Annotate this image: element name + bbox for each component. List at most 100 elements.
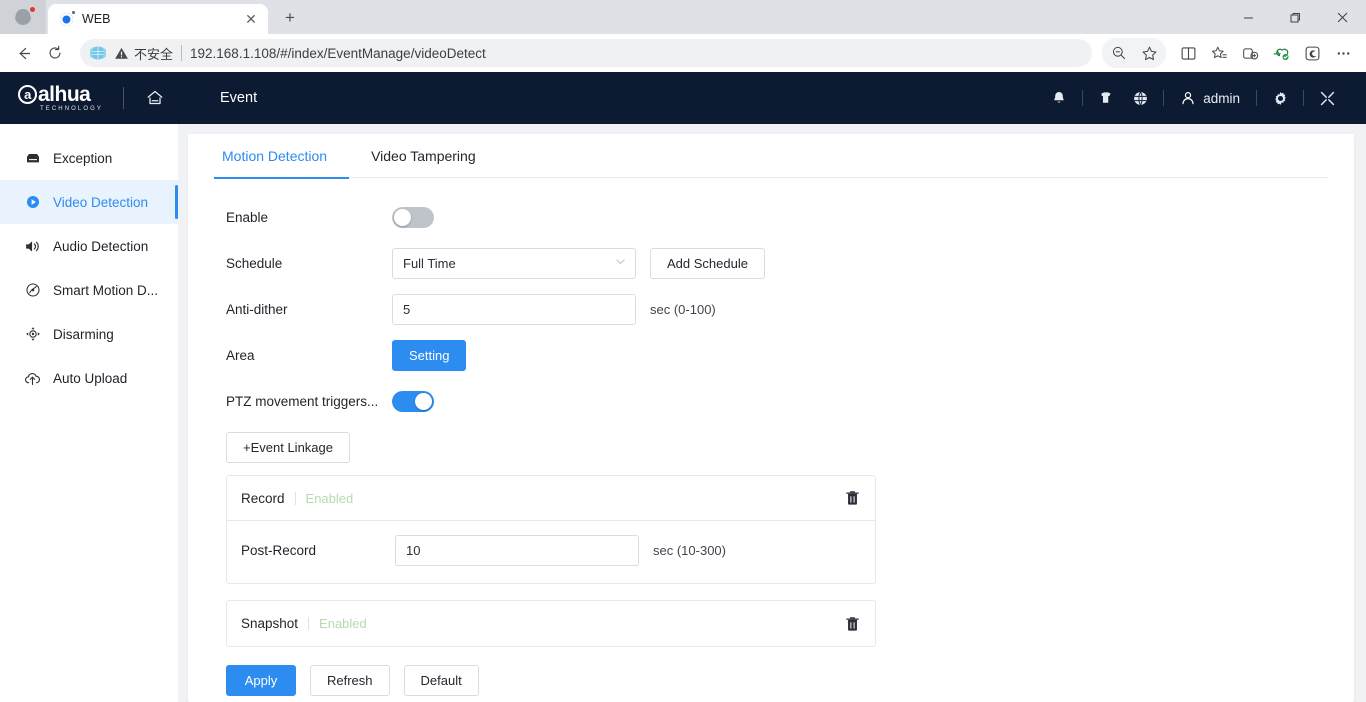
dahua-logo[interactable]: a alhua TECHNOLOGY xyxy=(18,84,103,112)
sidebar-item-audio-detection[interactable]: Audio Detection xyxy=(0,224,178,268)
sidebar-item-video-detection[interactable]: Video Detection xyxy=(0,180,178,224)
sidebar-item-auto-upload[interactable]: Auto Upload xyxy=(0,356,178,400)
card-status: Enabled xyxy=(305,490,354,506)
card-status: Enabled xyxy=(319,616,367,631)
favorite-star-icon[interactable] xyxy=(1134,38,1164,68)
post-record-label: Post-Record xyxy=(241,542,317,558)
app-header: a alhua TECHNOLOGY Event admin xyxy=(0,72,1366,124)
smart-motion-icon xyxy=(24,282,41,299)
address-bar[interactable]: 不安全 192.168.1.108/#/index/EventManage/vi… xyxy=(80,39,1092,67)
card-title: Record xyxy=(241,490,285,506)
tab-favicon xyxy=(60,10,75,26)
post-record-input[interactable]: 10 xyxy=(395,534,639,566)
reload-icon[interactable] xyxy=(40,38,70,68)
trash-icon[interactable] xyxy=(843,615,861,633)
user-icon xyxy=(1182,92,1194,105)
trash-icon[interactable] xyxy=(843,489,861,507)
add-event-linkage-button[interactable]: +Event Linkage xyxy=(226,432,350,463)
browser-tab[interactable]: WEB ✕ xyxy=(48,4,268,34)
favorites-list-icon[interactable] xyxy=(1204,38,1234,68)
post-record-hint: sec (10-300) xyxy=(653,542,726,558)
close-window-button[interactable] xyxy=(1319,0,1366,34)
header-actions: admin xyxy=(1042,81,1344,115)
minimize-button[interactable] xyxy=(1225,0,1272,34)
sidebar-item-disarming[interactable]: Disarming xyxy=(0,312,178,356)
site-globe-icon xyxy=(90,46,106,60)
audio-detection-icon xyxy=(24,238,41,255)
shield-icon[interactable] xyxy=(1089,81,1123,115)
content-panel: Motion Detection Video Tampering Enable xyxy=(188,134,1354,702)
row-area: Area Setting xyxy=(226,332,1328,378)
split-screen-icon[interactable] xyxy=(1173,38,1203,68)
sidebar-item-exception[interactable]: Exception xyxy=(0,136,178,180)
warning-triangle-icon xyxy=(115,47,128,59)
content-area: Motion Detection Video Tampering Enable xyxy=(178,124,1366,702)
header-divider xyxy=(123,87,125,109)
card-header: Snapshot Enabled xyxy=(227,601,875,646)
globe-icon[interactable] xyxy=(1123,81,1157,115)
apply-button[interactable]: Apply xyxy=(226,665,296,696)
post-record-value: 10 xyxy=(406,542,421,558)
refresh-button[interactable]: Refresh xyxy=(310,665,390,696)
tab-motion-detection[interactable]: Motion Detection xyxy=(214,134,350,179)
url-text[interactable]: 192.168.1.108/#/index/EventManage/videoD… xyxy=(190,46,486,61)
row-enable: Enable xyxy=(226,194,1328,240)
content-tabs: Motion Detection Video Tampering xyxy=(214,134,1328,179)
user-menu[interactable]: admin xyxy=(1170,90,1250,106)
schedule-select[interactable]: Full Time xyxy=(392,247,636,279)
sidebar: Exception Video Detection Audio Detectio… xyxy=(0,124,178,702)
form-actions: Apply Refresh Default xyxy=(226,663,1328,696)
security-warning-label: 不安全 xyxy=(134,46,174,62)
ptz-toggle[interactable] xyxy=(392,390,434,412)
tab-video-tampering[interactable]: Video Tampering xyxy=(349,134,498,178)
more-options-icon[interactable] xyxy=(1328,38,1358,68)
omnibox-divider xyxy=(181,45,183,61)
chevron-down-icon xyxy=(615,256,626,270)
anti-dither-hint: sec (0-100) xyxy=(650,301,716,317)
tab-label: Motion Detection xyxy=(222,148,328,164)
toolbar-actions xyxy=(1102,38,1358,68)
schedule-label: Schedule xyxy=(226,255,283,271)
home-icon[interactable] xyxy=(144,87,166,109)
anti-dither-label: Anti-dither xyxy=(226,301,288,317)
anti-dither-input[interactable]: 5 xyxy=(392,293,636,325)
bell-icon[interactable] xyxy=(1042,81,1076,115)
area-setting-button[interactable]: Setting xyxy=(392,339,467,371)
disarming-icon xyxy=(24,326,41,343)
card-title: Snapshot xyxy=(241,616,299,631)
window-controls xyxy=(1225,0,1366,34)
gear-icon[interactable] xyxy=(1263,81,1297,115)
fullscreen-icon[interactable] xyxy=(1310,81,1344,115)
enable-toggle[interactable] xyxy=(392,206,434,228)
browser-toolbar: 不安全 192.168.1.108/#/index/EventManage/vi… xyxy=(0,34,1366,72)
ptz-label: PTZ movement triggers... xyxy=(226,393,379,409)
dahua-web-app: a alhua TECHNOLOGY Event admin Exception… xyxy=(0,72,1366,702)
card-divider xyxy=(308,617,310,630)
browser-window: WEB ✕ + 不安全 192.168.1.108/#/index/EventM… xyxy=(0,0,1366,702)
new-tab-button[interactable]: + xyxy=(276,4,304,32)
omnibox-trailing-actions xyxy=(1102,38,1166,68)
copilot-icon[interactable] xyxy=(1297,38,1327,68)
sidebar-item-label: Auto Upload xyxy=(53,370,128,386)
sidebar-item-smart-motion-detection[interactable]: Smart Motion D... xyxy=(0,268,178,312)
app-body: Exception Video Detection Audio Detectio… xyxy=(0,124,1366,702)
logo-wordmark: alhua xyxy=(38,83,91,106)
linkage-card-snapshot: Snapshot Enabled xyxy=(226,600,876,647)
exception-icon xyxy=(24,150,41,167)
back-icon[interactable] xyxy=(8,38,38,68)
logo-mark: a xyxy=(18,85,37,104)
browser-essentials-icon[interactable] xyxy=(1266,38,1296,68)
zoom-out-icon[interactable] xyxy=(1104,38,1134,68)
profile-notification-badge xyxy=(29,6,36,13)
security-warning[interactable]: 不安全 xyxy=(114,44,173,63)
maximize-restore-button[interactable] xyxy=(1272,0,1319,34)
tab-title: WEB xyxy=(82,12,111,26)
collections-icon[interactable] xyxy=(1235,38,1265,68)
row-post-record: Post-Record 10 sec (10-300) xyxy=(241,527,875,573)
user-name: admin xyxy=(1203,90,1240,106)
profile-button[interactable] xyxy=(0,0,46,34)
tab-close-icon[interactable]: ✕ xyxy=(242,10,260,28)
card-header: Record Enabled xyxy=(227,476,875,521)
default-button[interactable]: Default xyxy=(403,665,479,696)
add-schedule-button[interactable]: Add Schedule xyxy=(650,247,765,279)
